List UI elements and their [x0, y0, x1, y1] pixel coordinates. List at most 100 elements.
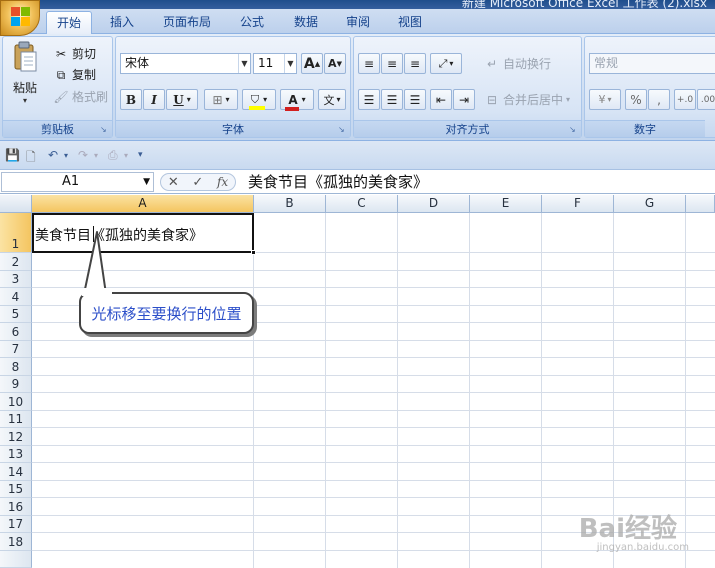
tab-page-layout[interactable]: 页面布局 — [152, 11, 222, 34]
row-header-18[interactable]: 18 — [0, 533, 32, 551]
column-header-g[interactable]: G — [614, 195, 686, 213]
tab-view[interactable]: 视图 — [388, 11, 432, 34]
select-all-corner[interactable] — [0, 195, 32, 213]
row-header-16[interactable]: 16 — [0, 498, 32, 516]
paste-dropdown-icon[interactable]: ▾ — [23, 96, 27, 105]
row-header-7[interactable]: 7 — [0, 340, 32, 358]
chevron-down-icon[interactable]: ▾ — [187, 95, 191, 104]
row-header-13[interactable]: 13 — [0, 445, 32, 463]
fill-color-button[interactable]: ⛉ ▾ — [242, 89, 276, 110]
formula-buttons: ✕ ✓ fx — [160, 173, 236, 191]
column-header-a[interactable]: A — [32, 195, 254, 213]
chevron-down-icon[interactable]: ▼ — [238, 54, 250, 73]
save-icon[interactable]: 💾 — [5, 148, 20, 162]
font-color-button[interactable]: A ▾ — [280, 89, 314, 111]
cancel-icon[interactable]: ✕ — [168, 175, 179, 190]
customize-toolbar-icon[interactable]: ▾ — [138, 150, 143, 160]
align-bottom-button[interactable]: ≡ — [404, 53, 426, 74]
undo-icon[interactable]: ↶ — [48, 148, 58, 162]
column-header-d[interactable]: D — [398, 195, 470, 213]
cut-button[interactable]: ✂ 剪切 — [53, 45, 96, 62]
row-header-17[interactable]: 17 — [0, 515, 32, 533]
alignment-dialog-launcher-icon[interactable]: ↘ — [569, 125, 578, 134]
column-header-h[interactable] — [686, 195, 715, 213]
chevron-down-icon[interactable]: ▾ — [336, 95, 340, 104]
chevron-down-icon[interactable]: ▾ — [94, 151, 98, 160]
decrease-indent-button[interactable]: ⇤ — [430, 89, 452, 110]
align-center-button[interactable]: ☰ — [381, 89, 403, 110]
bold-button[interactable]: B — [120, 89, 142, 110]
currency-icon: ¥ — [598, 93, 606, 106]
chevron-down-icon[interactable]: ▾ — [263, 95, 267, 104]
column-header-c[interactable]: C — [326, 195, 398, 213]
name-box[interactable]: A1 ▼ — [1, 172, 154, 192]
shrink-font-button[interactable]: A ▼ — [324, 53, 346, 74]
chevron-down-icon[interactable]: ▾ — [449, 59, 453, 68]
align-left-button[interactable]: ☰ — [358, 89, 380, 110]
phonetic-guide-button[interactable]: 文 ▾ — [318, 89, 346, 110]
align-middle-button[interactable]: ≡ — [381, 53, 403, 74]
confirm-icon[interactable]: ✓ — [192, 175, 203, 190]
align-right-button[interactable]: ☰ — [404, 89, 426, 110]
row-header-11[interactable]: 11 — [0, 410, 32, 428]
font-size-combo[interactable]: 11 ▼ — [253, 53, 297, 74]
chevron-down-icon[interactable]: ▾ — [226, 95, 230, 104]
row-header-2[interactable]: 2 — [0, 253, 32, 271]
row-header-3[interactable]: 3 — [0, 270, 32, 288]
borders-button[interactable]: ⊞ ▾ — [204, 89, 238, 110]
paint-bucket-icon: ⛉ — [248, 92, 265, 110]
chevron-down-icon[interactable]: ▾ — [566, 95, 570, 104]
new-document-icon[interactable]: 🗋 — [26, 148, 36, 169]
comma-button[interactable]: , — [648, 89, 670, 110]
increase-decimal-button[interactable]: +.0 — [674, 89, 696, 110]
insert-function-icon[interactable]: fx — [217, 175, 228, 189]
format-painter-button[interactable]: 🖌 格式刷 — [53, 88, 108, 105]
row-header-14[interactable]: 14 — [0, 463, 32, 481]
accounting-format-button[interactable]: ¥ ▾ — [589, 89, 621, 110]
align-top-button[interactable]: ≡ — [358, 53, 380, 74]
row-header-9[interactable]: 9 — [0, 375, 32, 393]
chevron-down-icon[interactable]: ▼ — [284, 54, 296, 73]
chevron-down-icon[interactable]: ▾ — [124, 151, 128, 160]
row-header-19[interactable] — [0, 550, 32, 568]
orientation-button[interactable]: ⤢ ▾ — [430, 53, 462, 74]
column-header-e[interactable]: E — [470, 195, 542, 213]
tab-data[interactable]: 数据 — [284, 11, 328, 34]
italic-button[interactable]: I — [143, 89, 165, 110]
tab-insert[interactable]: 插入 — [100, 11, 144, 34]
row-header-5[interactable]: 5 — [0, 305, 32, 323]
row-header-1[interactable]: 1 — [0, 213, 32, 253]
underline-button[interactable]: U ▾ — [166, 89, 198, 110]
row-header-4[interactable]: 4 — [0, 288, 32, 306]
merge-center-button[interactable]: ⊟ 合并后居中 ▾ — [484, 91, 570, 108]
increase-indent-button[interactable]: ⇥ — [453, 89, 475, 110]
font-dialog-launcher-icon[interactable]: ↘ — [338, 125, 347, 134]
percent-button[interactable]: % — [625, 89, 647, 110]
row-header-12[interactable]: 12 — [0, 428, 32, 446]
paste-button[interactable]: 粘贴 ▾ — [9, 41, 41, 105]
formula-input[interactable]: 美食节目《孤独的美食家》 — [248, 172, 428, 192]
wrap-text-button[interactable]: ↵ 自动换行 — [484, 55, 551, 72]
tab-review[interactable]: 审阅 — [336, 11, 380, 34]
row-header-6[interactable]: 6 — [0, 323, 32, 341]
copy-button[interactable]: ⧉ 复制 — [53, 66, 96, 83]
chevron-down-icon[interactable]: ▼ — [143, 173, 150, 191]
column-header-b[interactable]: B — [254, 195, 326, 213]
row-header-10[interactable]: 10 — [0, 393, 32, 411]
grow-font-button[interactable]: A ▲ — [301, 53, 323, 74]
tab-formulas[interactable]: 公式 — [230, 11, 274, 34]
chevron-down-icon[interactable]: ▾ — [64, 151, 68, 160]
number-format-combo[interactable]: 常规 — [589, 53, 715, 74]
tab-home[interactable]: 开始 — [46, 11, 92, 34]
chevron-down-icon[interactable]: ▾ — [302, 95, 306, 104]
row-header-8[interactable]: 8 — [0, 358, 32, 376]
decrease-decimal-button[interactable]: .00 — [697, 89, 715, 110]
fill-handle[interactable] — [251, 250, 256, 255]
font-name-combo[interactable]: 宋体 ▼ — [120, 53, 251, 74]
redo-icon[interactable]: ↷ — [78, 148, 88, 162]
print-icon[interactable]: ⎙ — [108, 148, 118, 163]
clipboard-dialog-launcher-icon[interactable]: ↘ — [100, 125, 109, 134]
chevron-down-icon[interactable]: ▾ — [607, 95, 611, 104]
row-header-15[interactable]: 15 — [0, 480, 32, 498]
column-header-f[interactable]: F — [542, 195, 614, 213]
